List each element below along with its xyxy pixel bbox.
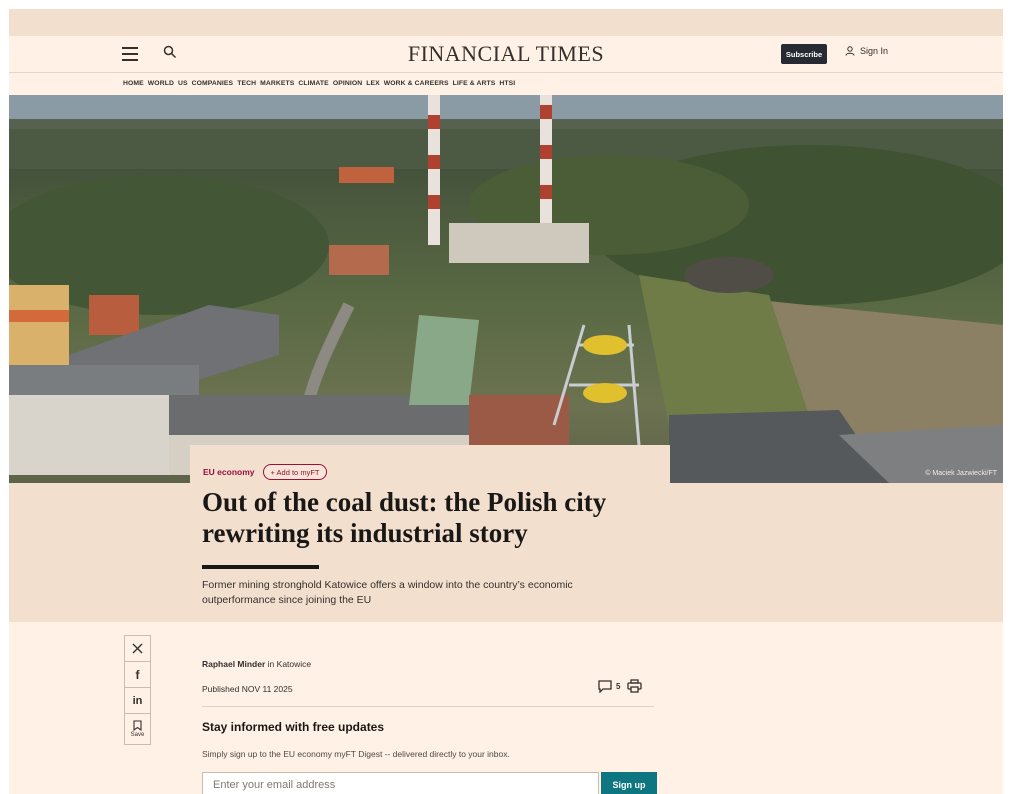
sign-in-label: Sign In — [860, 46, 889, 56]
share-facebook-button[interactable]: f — [125, 662, 150, 688]
nav-item-work-careers[interactable]: WORK & CAREERS — [384, 80, 449, 87]
comment-count[interactable]: 5 — [616, 682, 620, 691]
nav-item-life-arts[interactable]: LIFE & ARTS — [453, 80, 496, 87]
topic-link[interactable]: EU economy — [203, 467, 255, 477]
signup-description: Simply sign up to the EU economy myFT Di… — [202, 749, 510, 759]
byline: Raphael Minder in Katowice — [202, 659, 311, 669]
nav-item-us[interactable]: US — [178, 80, 188, 87]
nav-item-world[interactable]: WORLD — [148, 80, 174, 87]
aerial-city-photo — [9, 95, 1003, 483]
signup-button[interactable]: Sign up — [601, 772, 657, 794]
linkedin-icon: in — [132, 694, 143, 707]
nav-item-tech[interactable]: TECH — [237, 80, 256, 87]
article-standfirst: Former mining stronghold Katowice offers… — [202, 579, 573, 606]
nav-item-htsi[interactable]: HTSI — [499, 80, 515, 87]
comment-icon[interactable] — [598, 679, 612, 693]
nav-item-companies[interactable]: COMPANIES — [192, 80, 234, 87]
user-icon — [845, 46, 855, 56]
facebook-icon: f — [135, 667, 140, 682]
article-headline: Out of the coal dust: the Polish city re… — [202, 487, 607, 548]
x-icon — [132, 643, 143, 654]
nav-item-lex[interactable]: LEX — [366, 80, 380, 87]
topic-row: EU economy + Add to myFT — [203, 464, 328, 480]
author-link[interactable]: Raphael Minder — [202, 659, 265, 669]
headline-rule — [202, 565, 319, 569]
article-tools: 5 — [598, 679, 643, 693]
photo-credit: © Maciek Jazwiecki/FT — [925, 470, 997, 477]
site-header: FINANCIAL TIMES Subscribe Sign In — [9, 36, 1003, 72]
signup-heading: Stay informed with free updates — [202, 720, 385, 734]
share-bar: f in Save — [124, 635, 151, 745]
nav-item-home[interactable]: HOME — [123, 80, 144, 87]
save-button[interactable]: Save — [125, 714, 150, 744]
nav-item-opinion[interactable]: OPINION — [333, 80, 362, 87]
main-nav: HOME WORLD US COMPANIES TECH MARKETS CLI… — [9, 72, 1003, 94]
save-label: Save — [130, 732, 145, 738]
print-icon[interactable] — [627, 679, 643, 693]
subscribe-button[interactable]: Subscribe — [781, 44, 827, 64]
bookmark-icon — [133, 720, 142, 731]
byline-divider — [202, 706, 654, 707]
email-input[interactable] — [202, 772, 599, 794]
add-to-myft-button[interactable]: + Add to myFT — [262, 464, 328, 480]
top-strip — [9, 9, 1003, 36]
byline-location: in Katowice — [267, 659, 312, 669]
nav-item-climate[interactable]: CLIMATE — [298, 80, 328, 87]
share-linkedin-button[interactable]: in — [125, 688, 150, 714]
sign-in-link[interactable]: Sign In — [845, 46, 888, 56]
share-x-button[interactable] — [125, 636, 150, 662]
nav-item-markets[interactable]: MARKETS — [260, 80, 294, 87]
ft-page: FINANCIAL TIMES Subscribe Sign In HOME W… — [9, 9, 1003, 794]
published-date: Published NOV 11 2025 — [202, 684, 293, 694]
hero-image: © Maciek Jazwiecki/FT — [9, 95, 1003, 483]
